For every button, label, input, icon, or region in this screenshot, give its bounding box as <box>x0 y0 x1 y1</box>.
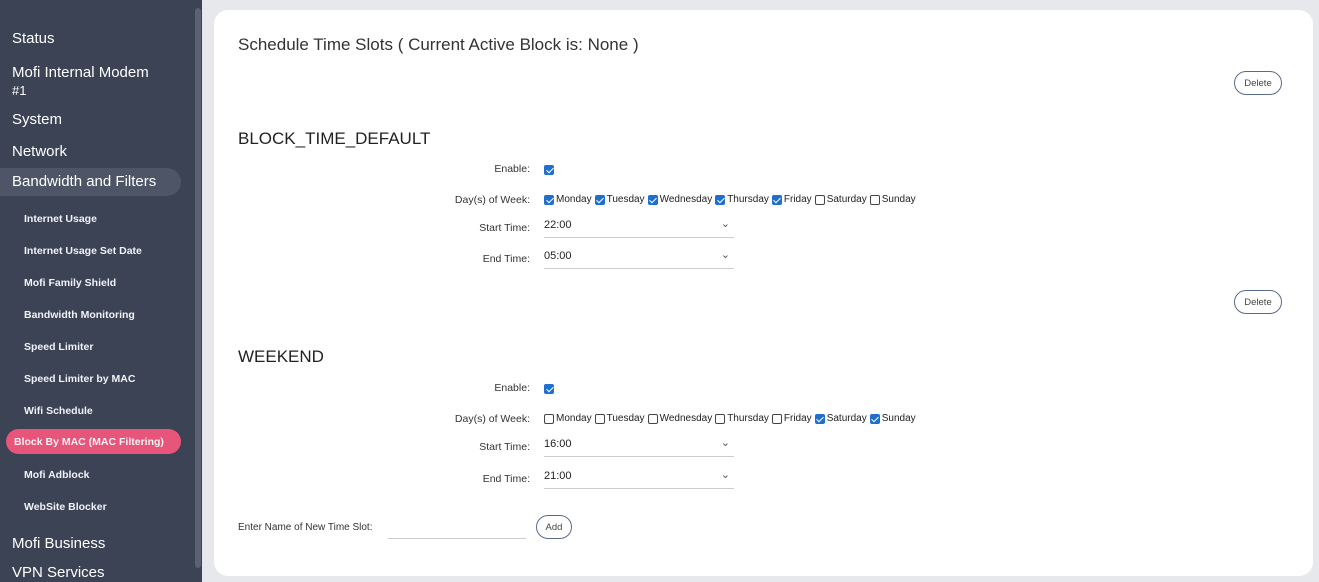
sidebar-item-network[interactable]: Network <box>12 143 67 160</box>
sidebar-scrollbar[interactable] <box>195 8 201 568</box>
end-time-label-2: End Time: <box>482 473 530 485</box>
chevron-down-icon: ⌄ <box>720 469 730 481</box>
start-time-label-2: Start Time: <box>479 441 530 453</box>
day-checkbox-friday-2[interactable] <box>771 413 782 424</box>
days-group-2: Monday Tuesday Wednesday Thursday Friday… <box>544 413 919 424</box>
chevron-down-icon: ⌄ <box>720 249 730 261</box>
add-button[interactable]: Add <box>536 515 572 539</box>
days-label-2: Day(s) of Week: <box>454 413 530 425</box>
day-label-wednesday-1: Wednesday <box>659 194 713 205</box>
sidebar-item-status[interactable]: Status <box>12 30 55 47</box>
day-checkbox-saturday-1[interactable] <box>814 194 825 205</box>
sidebar-item-mofi-internal-modem-number[interactable]: #1 <box>12 83 26 98</box>
sidebar-item-internet-usage[interactable]: Internet Usage <box>24 213 97 225</box>
start-time-value-1: 22:00 <box>544 219 572 231</box>
day-checkbox-monday-2[interactable] <box>544 413 554 424</box>
enable-label-2: Enable: <box>494 382 530 394</box>
block-title-2: WEEKEND <box>238 347 324 366</box>
start-time-value-2: 16:00 <box>544 438 572 450</box>
new-slot-label: Enter Name of New Time Slot: <box>238 522 373 533</box>
sidebar-item-system[interactable]: System <box>12 111 62 128</box>
end-time-value-1: 05:00 <box>544 250 572 262</box>
day-label-saturday-2: Saturday <box>826 413 867 424</box>
start-time-select-1[interactable]: 22:00 ⌄ <box>544 215 734 238</box>
day-label-friday-1: Friday <box>783 194 812 205</box>
end-time-value-2: 21:00 <box>544 470 572 482</box>
enable-checkbox-1[interactable] <box>544 165 554 175</box>
block-title-1: BLOCK_TIME_DEFAULT <box>238 129 431 148</box>
start-time-label-1: Start Time: <box>479 222 530 234</box>
day-label-monday-1: Monday <box>556 194 592 205</box>
end-time-select-2[interactable]: 21:00 ⌄ <box>544 466 734 489</box>
day-label-sunday-2: Sunday <box>881 413 916 424</box>
day-checkbox-thursday-1[interactable] <box>715 194 726 205</box>
sidebar-item-wifi-schedule[interactable]: Wifi Schedule <box>24 405 93 417</box>
day-checkbox-sunday-2[interactable] <box>869 413 880 424</box>
day-checkbox-tuesday-2[interactable] <box>594 413 605 424</box>
day-checkbox-tuesday-1[interactable] <box>594 194 605 205</box>
day-label-monday-2: Monday <box>556 413 592 424</box>
day-checkbox-monday-1[interactable] <box>544 194 554 205</box>
day-label-thursday-2: Thursday <box>727 413 769 424</box>
sidebar-item-bandwidth-monitoring[interactable]: Bandwidth Monitoring <box>24 309 135 321</box>
chevron-down-icon: ⌄ <box>720 437 730 449</box>
end-time-label-1: End Time: <box>482 253 530 265</box>
day-label-wednesday-2: Wednesday <box>659 413 713 424</box>
sidebar-item-speed-limiter[interactable]: Speed Limiter <box>24 341 93 353</box>
day-label-saturday-1: Saturday <box>826 194 867 205</box>
day-checkbox-wednesday-2[interactable] <box>647 413 658 424</box>
day-checkbox-thursday-2[interactable] <box>715 413 726 424</box>
page-title: Schedule Time Slots ( Current Active Blo… <box>238 35 639 54</box>
sidebar: Status Mofi Internal Modem #1 System Net… <box>0 0 202 582</box>
day-label-tuesday-2: Tuesday <box>606 413 645 424</box>
day-label-tuesday-1: Tuesday <box>606 194 645 205</box>
days-group-1: Monday Tuesday Wednesday Thursday Friday… <box>544 194 919 205</box>
sidebar-item-speed-limiter-by-mac[interactable]: Speed Limiter by MAC <box>24 373 135 385</box>
day-label-thursday-1: Thursday <box>727 194 769 205</box>
sidebar-item-vpn-services[interactable]: VPN Services <box>12 564 105 581</box>
delete-button-block-1[interactable]: Delete <box>1234 71 1282 95</box>
chevron-down-icon: ⌄ <box>720 218 730 230</box>
start-time-select-2[interactable]: 16:00 ⌄ <box>544 434 734 457</box>
delete-button-block-2[interactable]: Delete <box>1234 290 1282 314</box>
sidebar-item-mofi-internal-modem[interactable]: Mofi Internal Modem <box>12 64 149 81</box>
enable-label-1: Enable: <box>494 163 530 175</box>
day-checkbox-wednesday-1[interactable] <box>647 194 658 205</box>
end-time-select-1[interactable]: 05:00 ⌄ <box>544 246 734 269</box>
enable-checkbox-2[interactable] <box>544 384 554 394</box>
day-checkbox-sunday-1[interactable] <box>869 194 880 205</box>
sidebar-item-mofi-family-shield[interactable]: Mofi Family Shield <box>24 277 116 289</box>
day-label-sunday-1: Sunday <box>881 194 916 205</box>
sidebar-item-website-blocker[interactable]: WebSite Blocker <box>24 501 107 513</box>
sidebar-item-block-by-mac[interactable]: Block By MAC (MAC Filtering) <box>14 436 164 448</box>
sidebar-item-mofi-adblock[interactable]: Mofi Adblock <box>24 469 90 481</box>
sidebar-item-mofi-business[interactable]: Mofi Business <box>12 535 105 552</box>
day-label-friday-2: Friday <box>783 413 812 424</box>
day-checkbox-friday-1[interactable] <box>771 194 782 205</box>
sidebar-item-internet-usage-set-date[interactable]: Internet Usage Set Date <box>24 245 142 257</box>
sidebar-item-bandwidth-and-filters[interactable]: Bandwidth and Filters <box>12 173 156 190</box>
new-slot-name-input[interactable] <box>388 516 526 539</box>
main-panel: Schedule Time Slots ( Current Active Blo… <box>214 10 1313 576</box>
days-label-1: Day(s) of Week: <box>454 194 530 206</box>
day-checkbox-saturday-2[interactable] <box>814 413 825 424</box>
